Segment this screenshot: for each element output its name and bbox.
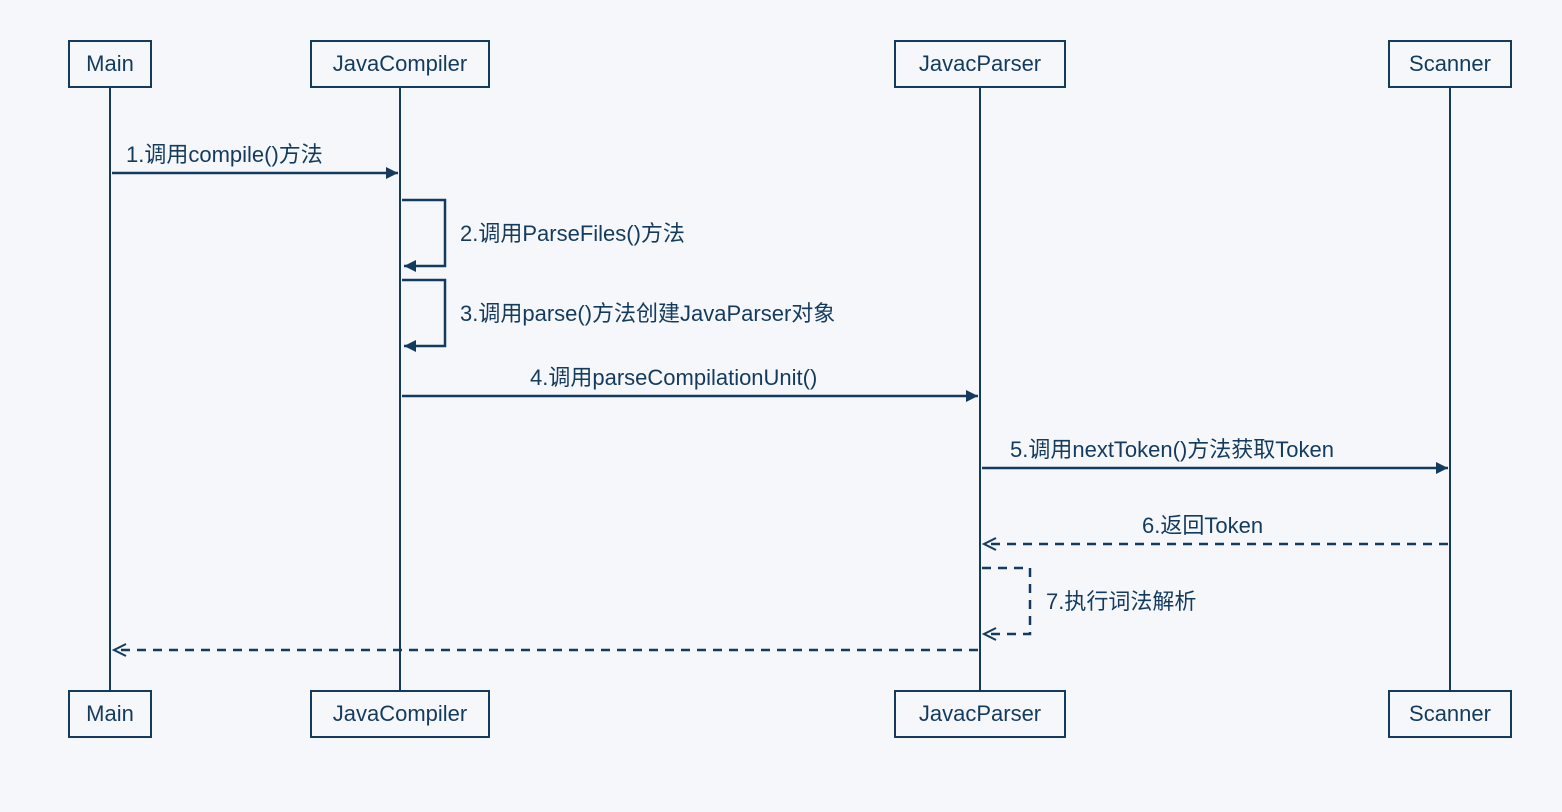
message-label-m6: 6.返回Token — [1142, 508, 1263, 540]
message-label-m5: 5.调用nextToken()方法获取Token — [1010, 432, 1334, 464]
participant-scanner-bottom: Scanner — [1388, 690, 1512, 738]
participant-main-top: Main — [68, 40, 152, 88]
arrow-m2 — [402, 200, 445, 266]
participant-compiler-bottom: JavaCompiler — [310, 690, 490, 738]
diagram-svg — [0, 0, 1562, 812]
message-label-m7: 7.执行词法解析 — [1046, 584, 1196, 616]
participant-scanner-top: Scanner — [1388, 40, 1512, 88]
arrow-m3 — [402, 280, 445, 346]
participant-label: Main — [86, 51, 134, 77]
participant-label: JavacParser — [919, 701, 1041, 727]
participant-label: Scanner — [1409, 51, 1491, 77]
message-label-m2: 2.调用ParseFiles()方法 — [460, 216, 685, 248]
participant-parser-bottom: JavacParser — [894, 690, 1066, 738]
message-label-m1: 1.调用compile()方法 — [126, 137, 323, 169]
message-label-m3: 3.调用parse()方法创建JavaParser对象 — [460, 296, 835, 328]
participant-main-bottom: Main — [68, 690, 152, 738]
participant-compiler-top: JavaCompiler — [310, 40, 490, 88]
participant-label: JavacParser — [919, 51, 1041, 77]
participant-label: JavaCompiler — [333, 701, 468, 727]
participant-label: Main — [86, 701, 134, 727]
arrow-m7 — [982, 568, 1030, 634]
participant-label: Scanner — [1409, 701, 1491, 727]
sequence-diagram: Main JavaCompiler JavacParser Scanner Ma… — [0, 0, 1562, 812]
message-label-m4: 4.调用parseCompilationUnit() — [530, 360, 817, 392]
participant-label: JavaCompiler — [333, 51, 468, 77]
participant-parser-top: JavacParser — [894, 40, 1066, 88]
